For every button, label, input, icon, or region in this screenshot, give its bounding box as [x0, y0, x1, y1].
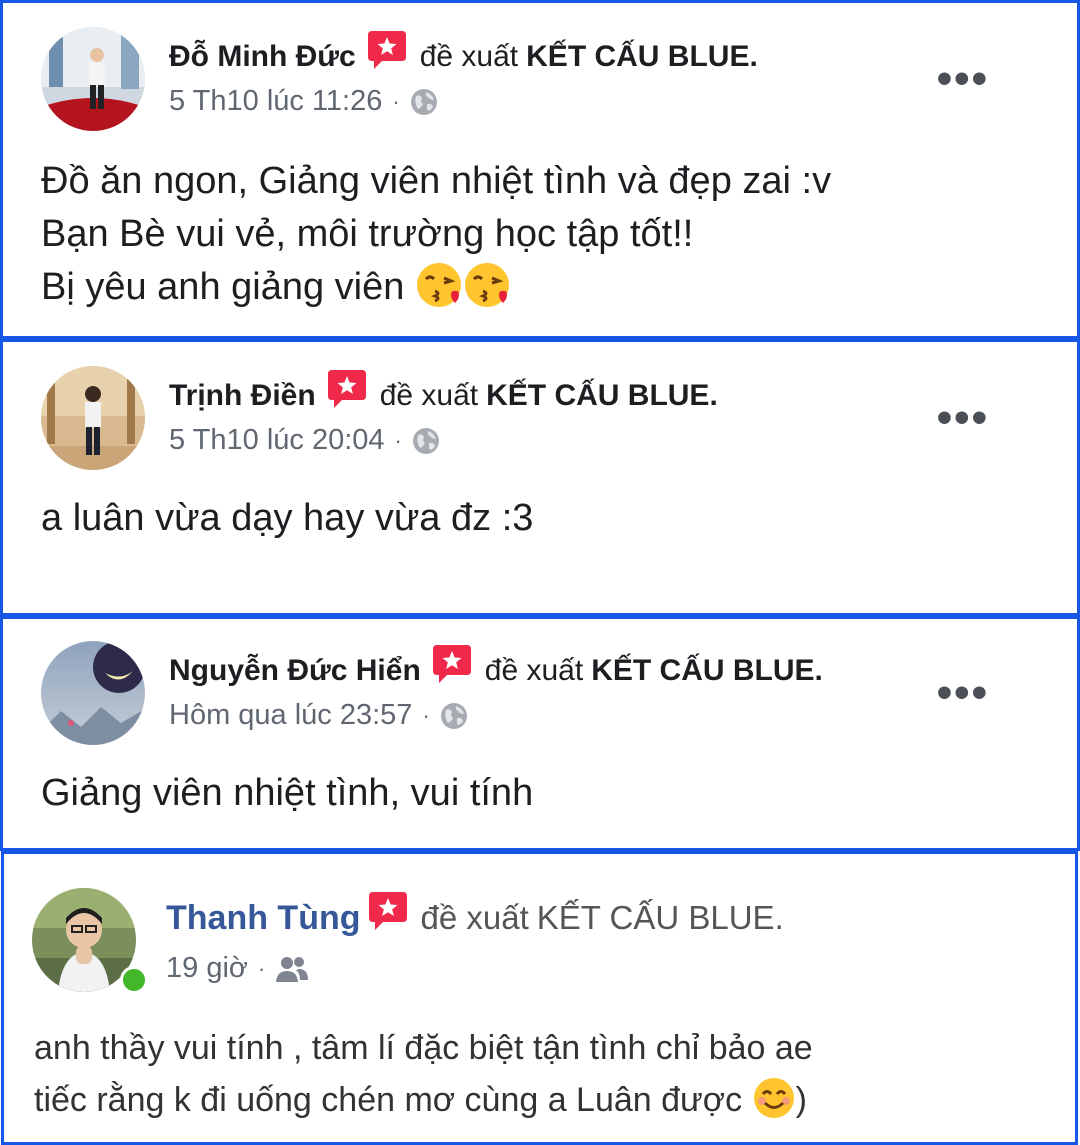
separator: ·: [394, 427, 402, 453]
author-name[interactable]: Đỗ Minh Đức: [169, 40, 356, 74]
post-timestamp[interactable]: Hôm qua lúc 23:57: [169, 699, 412, 732]
more-options-button[interactable]: •••: [937, 396, 989, 440]
kiss-face-emoji-icon: [415, 261, 463, 309]
post-header: Nguyễn Đức Hiển đề xuất KẾT CẤU BLUE.: [169, 645, 823, 691]
recommend-icon: [368, 892, 407, 932]
post-text-line: a luân vừa dạy hay vừa đz :3: [41, 497, 534, 539]
review-post: Thanh Tùng đề xuất KẾT CẤU BLUE. 19 giờ …: [1, 851, 1078, 1145]
post-text-line: anh thầy vui tính , tâm lí đặc biệt tận …: [34, 1029, 813, 1067]
post-text: Bị yêu anh giảng viên: [41, 266, 405, 308]
post-header: Đỗ Minh Đức đề xuất KẾT CẤU BLUE.: [169, 31, 758, 77]
recommend-icon: [432, 645, 471, 685]
friends-icon: [275, 955, 309, 983]
post-body: a luân vừa dạy hay vừa đz :3: [41, 492, 533, 545]
more-options-button[interactable]: •••: [937, 671, 989, 715]
post-text-line: Giảng viên nhiệt tình, vui tính: [41, 772, 534, 814]
recommend-icon: [367, 31, 406, 71]
post-timestamp[interactable]: 5 Th10 lúc 20:04: [169, 424, 385, 457]
globe-icon: [440, 702, 468, 730]
author-avatar[interactable]: [41, 641, 145, 745]
recommend-verb: đề xuất: [420, 899, 529, 936]
post-header: Thanh Tùng đề xuất KẾT CẤU BLUE.: [166, 892, 784, 938]
author-name[interactable]: Trịnh Điền: [169, 379, 316, 413]
review-post: Đỗ Minh Đức đề xuất KẾT CẤU BLUE. 5 Th10…: [0, 0, 1080, 339]
author-avatar[interactable]: [41, 27, 145, 131]
post-text-line-with-emoji: tiếc rằng k đi uống chén mơ cùng a Luân …: [34, 1074, 813, 1126]
post-meta: 5 Th10 lúc 11:26 ·: [169, 85, 438, 118]
post-text-line: Đồ ăn ngon, Giảng viên nhiệt tình và đẹp…: [41, 160, 832, 202]
kiss-face-emoji-icon: [463, 261, 511, 309]
more-options-button[interactable]: •••: [937, 57, 989, 101]
post-body: anh thầy vui tính , tâm lí đặc biệt tận …: [34, 1022, 813, 1126]
post-text-line-with-emoji: Bị yêu anh giảng viên: [41, 261, 831, 314]
smiling-face-emoji-icon: [752, 1076, 796, 1120]
online-status-indicator: [120, 966, 148, 994]
separator: ·: [392, 88, 400, 114]
review-post: Nguyễn Đức Hiển đề xuất KẾT CẤU BLUE. Hô…: [0, 616, 1080, 851]
globe-icon: [410, 88, 438, 116]
post-body: Đồ ăn ngon, Giảng viên nhiệt tình và đẹp…: [41, 155, 831, 314]
post-body: Giảng viên nhiệt tình, vui tính: [41, 767, 533, 820]
post-timestamp[interactable]: 19 giờ: [166, 952, 248, 985]
recommend-icon: [327, 370, 366, 410]
author-name[interactable]: Nguyễn Đức Hiển: [169, 654, 421, 688]
separator: ·: [422, 702, 430, 728]
recommend-verb: đề xuất: [379, 379, 479, 412]
review-post: Trịnh Điền đề xuất KẾT CẤU BLUE. 5 Th10 …: [0, 339, 1080, 616]
author-avatar[interactable]: [41, 366, 145, 470]
page-name[interactable]: KẾT CẤU BLUE.: [526, 40, 758, 74]
post-text: ): [795, 1081, 807, 1119]
post-meta: 5 Th10 lúc 20:04 ·: [169, 424, 440, 457]
globe-icon: [412, 427, 440, 455]
page-name[interactable]: KẾT CẤU BLUE.: [537, 899, 784, 937]
post-header: Trịnh Điền đề xuất KẾT CẤU BLUE.: [169, 370, 718, 416]
recommend-verb: đề xuất: [419, 40, 519, 73]
post-meta: 19 giờ ·: [166, 952, 309, 985]
author-name[interactable]: Thanh Tùng: [166, 899, 361, 938]
post-text-line: Bạn Bè vui vẻ, môi trường học tập tốt!!: [41, 213, 694, 255]
separator: ·: [257, 955, 266, 981]
page-name[interactable]: KẾT CẤU BLUE.: [591, 654, 823, 688]
post-text: tiếc rằng k đi uống chén mơ cùng a Luân …: [34, 1081, 743, 1119]
page-name[interactable]: KẾT CẤU BLUE.: [486, 379, 718, 413]
recommend-verb: đề xuất: [484, 654, 584, 687]
post-meta: Hôm qua lúc 23:57 ·: [169, 699, 468, 732]
post-timestamp[interactable]: 5 Th10 lúc 11:26: [169, 85, 382, 118]
